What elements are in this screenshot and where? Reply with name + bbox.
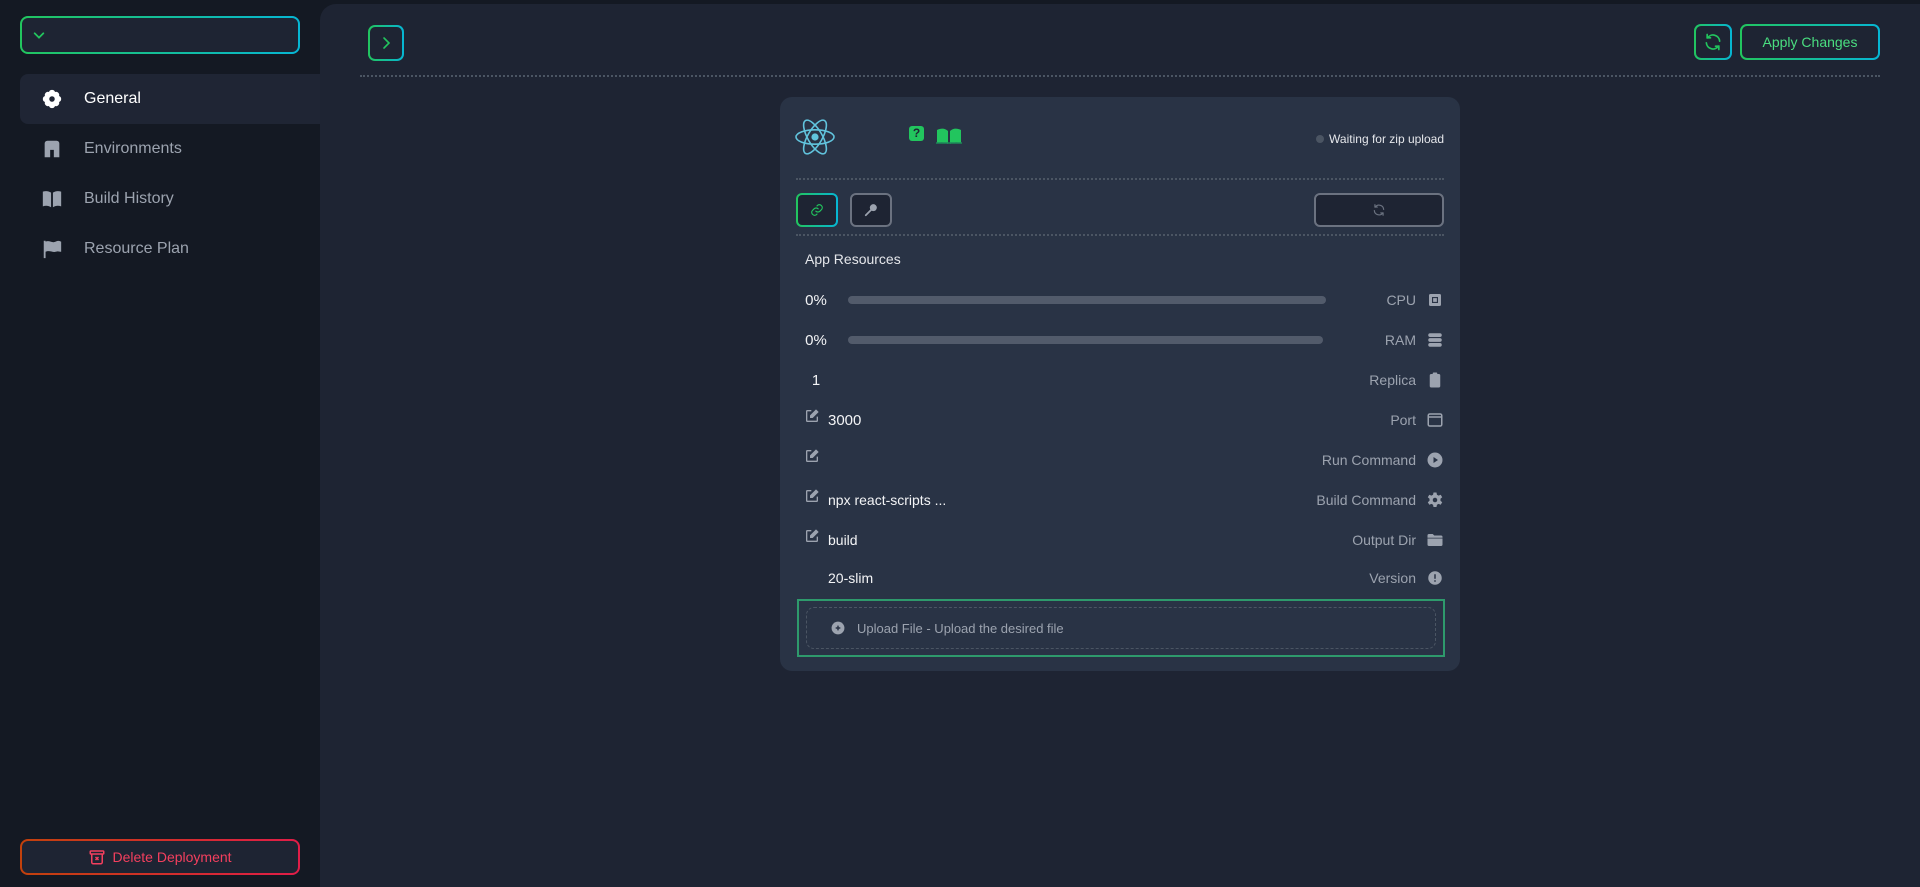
sidebar-item-label: Build History [84, 190, 174, 207]
cpu-chip-icon [1426, 291, 1444, 309]
edit-build-command-icon[interactable] [804, 488, 820, 504]
link-icon [811, 204, 823, 216]
edit-output-dir-icon[interactable] [804, 528, 820, 544]
output-dir-row: build Output Dir [796, 525, 1444, 555]
run-command-label: Run Command [1321, 452, 1416, 468]
port-value: 3000 [828, 411, 862, 429]
main-panel: Apply Changes ? Waiting for zip upload A… [320, 4, 1920, 887]
port-row: 3000 Port [796, 405, 1444, 435]
gear-icon [40, 87, 64, 111]
run-command-row: Run Command [796, 445, 1444, 475]
deployment-status: Waiting for zip upload [1316, 132, 1444, 146]
delete-deployment-button[interactable]: Delete Deployment [20, 839, 300, 875]
ram-row: 0% RAM [796, 325, 1444, 355]
ram-value: 0% [805, 331, 827, 349]
card-divider [796, 178, 1444, 180]
delete-deployment-label: Delete Deployment [112, 849, 232, 865]
output-dir-label: Output Dir [1352, 532, 1416, 548]
gear-icon [1426, 491, 1444, 509]
sidebar-nav: General Environments Build History Resou… [20, 74, 320, 274]
cpu-value: 0% [805, 291, 827, 309]
link-button[interactable] [796, 193, 838, 227]
folder-open-icon [1426, 531, 1444, 549]
chevron-down-icon [33, 32, 45, 39]
clipboard-icon [1426, 371, 1444, 389]
upload-file-button[interactable]: Upload File - Upload the desired file [806, 607, 1436, 649]
flag-icon [40, 237, 64, 261]
port-label: Port [1390, 412, 1416, 428]
deployment-card: ? Waiting for zip upload App Resources 0… [780, 97, 1460, 671]
cpu-usage-bar [848, 296, 1326, 304]
build-command-row: npx react-scripts ... Build Command [796, 485, 1444, 515]
key-icon [864, 204, 877, 217]
redeploy-button[interactable] [1314, 193, 1444, 227]
apply-changes-button[interactable]: Apply Changes [1740, 24, 1880, 60]
refresh-icon [1705, 33, 1721, 51]
app-resources-title: App Resources [805, 251, 901, 267]
book-icon [40, 187, 64, 211]
ram-usage-bar [848, 336, 1323, 344]
refresh-icon [1373, 204, 1385, 216]
edit-port-icon[interactable] [804, 408, 820, 424]
sidebar-item-environments[interactable]: Environments [20, 124, 320, 174]
sidebar-item-general[interactable]: General [20, 74, 320, 124]
upload-dropzone: Upload File - Upload the desired file [797, 599, 1445, 657]
sidebar-item-label: Resource Plan [84, 240, 189, 257]
version-row: 20-slim Version [796, 563, 1444, 593]
sidebar-item-build-history[interactable]: Build History [20, 174, 320, 224]
header-divider [360, 75, 1880, 77]
key-button[interactable] [850, 193, 892, 227]
replica-label: Replica [1369, 372, 1416, 388]
status-dot-icon [1316, 135, 1325, 143]
replica-value: 1 [811, 371, 821, 389]
react-logo-icon [795, 119, 835, 155]
build-command-value: npx react-scripts ... [828, 492, 947, 508]
cpu-label: CPU [1386, 292, 1416, 308]
environment-select[interactable] [20, 16, 300, 54]
play-circle-icon [1426, 451, 1444, 469]
refresh-button[interactable] [1694, 24, 1732, 60]
chevron-right-icon [383, 37, 391, 49]
archive-x-icon [89, 850, 105, 865]
window-icon [1426, 411, 1444, 429]
expand-sidebar-button[interactable] [368, 25, 404, 61]
upload-file-text: Upload File - Upload the desired file [857, 620, 1064, 636]
sidebar-item-resource-plan[interactable]: Resource Plan [20, 224, 320, 274]
help-icon[interactable]: ? [909, 126, 924, 141]
sidebar-item-label: Environments [84, 140, 182, 157]
card-divider [796, 234, 1444, 236]
ram-label: RAM [1384, 332, 1416, 348]
replica-row: 1 Replica [796, 365, 1444, 395]
info-circle-icon [1426, 569, 1444, 587]
plus-circle-icon [831, 621, 845, 635]
sidebar-item-label: General [84, 90, 141, 107]
output-dir-value: build [828, 532, 858, 548]
build-command-label: Build Command [1316, 492, 1416, 508]
cpu-row: 0% CPU [796, 285, 1444, 315]
version-label: Version [1369, 570, 1416, 586]
edit-run-command-icon[interactable] [804, 448, 820, 464]
sidebar: General Environments Build History Resou… [0, 0, 320, 887]
card-header: ? Waiting for zip upload [780, 97, 1460, 175]
status-text: Waiting for zip upload [1329, 132, 1444, 146]
open-book-icon[interactable] [936, 127, 962, 145]
server-stack-icon [1426, 331, 1444, 349]
version-value: 20-slim [828, 570, 874, 586]
archway-icon [40, 137, 64, 161]
